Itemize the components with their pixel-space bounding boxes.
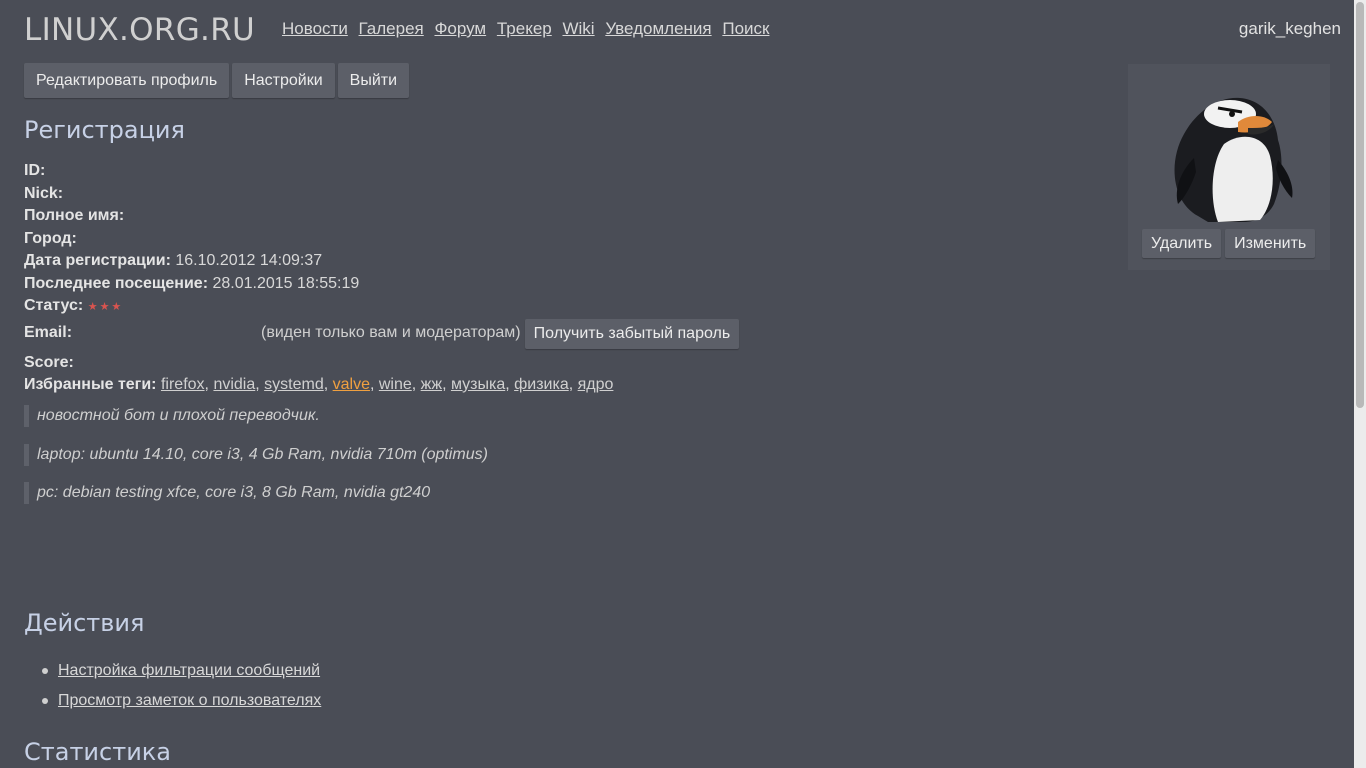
filter-settings-link[interactable]: Настройка фильтрации сообщений bbox=[58, 660, 320, 682]
tag-link[interactable]: музыка bbox=[451, 376, 505, 393]
tags-label: Избранные теги: bbox=[24, 376, 157, 393]
page: LINUX.ORG.RU Новости Галерея Форум Треке… bbox=[0, 0, 1354, 768]
lastvisit-value: 28.01.2015 18:55:19 bbox=[212, 274, 360, 292]
nav-news[interactable]: Новости bbox=[282, 19, 348, 38]
nav-tracker[interactable]: Трекер bbox=[497, 19, 552, 38]
favorite-tags: Избранные теги: firefox, nvidia, systemd… bbox=[24, 376, 614, 393]
site-logo[interactable]: LINUX.ORG.RU bbox=[24, 12, 255, 48]
logout-button[interactable]: Выйти bbox=[337, 63, 410, 98]
edit-profile-button[interactable]: Редактировать профиль bbox=[24, 63, 230, 98]
about-line: laptop: ubuntu 14.10, core i3, 4 Gb Ram,… bbox=[24, 443, 488, 466]
scrollbar-thumb[interactable] bbox=[1356, 2, 1364, 408]
tag-link[interactable]: firefox bbox=[161, 376, 205, 393]
lastvisit-label: Последнее посещение: bbox=[24, 274, 209, 292]
delete-avatar-button[interactable]: Удалить bbox=[1142, 229, 1222, 258]
profile-fields: ID: Nick: Полное имя: Город: Дата регист… bbox=[24, 160, 740, 397]
tag-link[interactable]: жж bbox=[421, 376, 442, 393]
city-label: Город: bbox=[24, 229, 77, 247]
username-link[interactable]: garik_keghen bbox=[1239, 19, 1341, 39]
about-line: новостной бот и плохой переводчик. bbox=[24, 405, 488, 427]
stats-heading: Статистика bbox=[24, 738, 171, 766]
tag-link[interactable]: valve bbox=[333, 376, 370, 393]
profile-toolbar: Редактировать профиль Настройки Выйти bbox=[24, 63, 410, 98]
score-label: Score: bbox=[24, 353, 74, 371]
list-item: Просмотр заметок о пользователях bbox=[40, 690, 321, 720]
status-label: Статус: bbox=[24, 297, 84, 314]
tag-link[interactable]: systemd bbox=[264, 376, 324, 393]
nav-forum[interactable]: Форум bbox=[434, 19, 486, 38]
about-section: новостной бот и плохой переводчик. lapto… bbox=[24, 405, 488, 521]
tag-link[interactable]: ядро bbox=[578, 376, 614, 393]
tag-link[interactable]: физика bbox=[514, 376, 569, 393]
nav-notifications[interactable]: Уведомления bbox=[605, 19, 711, 38]
nav-search[interactable]: Поиск bbox=[722, 19, 769, 38]
id-label: ID: bbox=[24, 162, 46, 179]
regdate-value: 16.10.2012 14:09:37 bbox=[175, 252, 323, 269]
regdate-label: Дата регистрации: bbox=[24, 252, 171, 269]
forgot-password-button[interactable]: Получить забытый пароль bbox=[524, 318, 740, 349]
avatar-actions: Удалить Изменить bbox=[1142, 229, 1316, 258]
email-note: (виден только вам и модераторам) bbox=[261, 324, 521, 342]
registration-heading: Регистрация bbox=[24, 116, 185, 144]
page-scrollbar[interactable] bbox=[1354, 0, 1366, 768]
top-nav: Новости Галерея Форум Трекер Wiki Уведом… bbox=[282, 19, 775, 39]
bullet-icon bbox=[42, 668, 48, 674]
user-notes-link[interactable]: Просмотр заметок о пользователях bbox=[58, 690, 321, 712]
bullet-icon bbox=[42, 698, 48, 704]
nav-gallery[interactable]: Галерея bbox=[359, 19, 424, 38]
status-stars: ★★★ bbox=[87, 301, 124, 313]
actions-heading: Действия bbox=[24, 609, 145, 637]
change-avatar-button[interactable]: Изменить bbox=[1225, 229, 1316, 258]
nav-wiki[interactable]: Wiki bbox=[562, 19, 594, 38]
settings-button[interactable]: Настройки bbox=[232, 63, 335, 98]
about-line: pc: debian testing xfce, core i3, 8 Gb R… bbox=[24, 482, 488, 504]
actions-list: Настройка фильтрации сообщений Просмотр … bbox=[40, 660, 321, 720]
avatar-penguin-image bbox=[1174, 97, 1293, 222]
email-label: Email: bbox=[24, 324, 73, 342]
tag-link[interactable]: wine bbox=[379, 376, 412, 393]
nick-label: Nick: bbox=[24, 184, 64, 202]
list-item: Настройка фильтрации сообщений bbox=[40, 660, 321, 690]
tag-link[interactable]: nvidia bbox=[213, 376, 255, 393]
fullname-label: Полное имя: bbox=[24, 207, 125, 224]
avatar-panel: Удалить Изменить bbox=[1128, 64, 1330, 270]
